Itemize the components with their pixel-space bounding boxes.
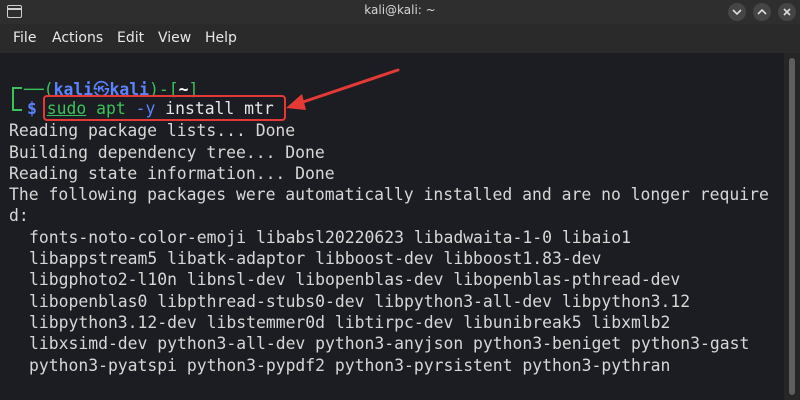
minimize-button[interactable]	[728, 3, 746, 21]
menu-edit[interactable]: Edit	[117, 30, 144, 46]
package-line: libpython3.12-dev libstemmer0d libtirpc-…	[29, 313, 671, 332]
scrollbar[interactable]	[784, 53, 800, 400]
package-line: python3-pyatspi python3-pypdf2 python3-p…	[29, 356, 671, 375]
window-title: kali@kali: ~	[364, 3, 436, 17]
package-line: libxsimd-dev python3-all-dev python3-any…	[29, 334, 750, 353]
command-highlight-box	[43, 95, 286, 121]
terminal-window: kali@kali: ~ File Actions Edit View Help…	[0, 0, 800, 400]
menu-actions[interactable]: Actions	[52, 30, 103, 46]
prompt-connector-bottom	[12, 98, 22, 111]
package-line: fonts-noto-color-emoji libabsl20220623 l…	[29, 228, 631, 247]
package-line: libappstream5 libatk-adaptor libboost-de…	[29, 249, 602, 268]
title-bar[interactable]: kali@kali: ~	[0, 0, 800, 24]
menu-bar: File Actions Edit View Help	[0, 24, 800, 53]
package-line: libopenblas0 libpthread-stubs0-dev libpy…	[29, 292, 691, 311]
menu-view[interactable]: View	[158, 30, 191, 46]
output-line: d:	[9, 206, 29, 225]
close-icon	[783, 8, 791, 16]
annotation-arrow-icon	[286, 68, 400, 110]
close-button[interactable]	[778, 3, 796, 21]
output-line: Building dependency tree... Done	[9, 143, 325, 162]
package-line: libgphoto2-l10n libnsl-dev libopenblas-d…	[29, 270, 681, 289]
maximize-icon	[757, 8, 767, 15]
menu-help[interactable]: Help	[205, 30, 237, 46]
scrollbar-thumb[interactable]	[789, 58, 795, 395]
output-line: Reading state information... Done	[9, 164, 335, 183]
output-line: The following packages were automaticall…	[9, 185, 769, 204]
minimize-icon	[732, 9, 742, 16]
menu-file[interactable]: File	[13, 30, 36, 46]
maximize-button[interactable]	[753, 3, 771, 21]
output-line: Reading package lists... Done	[9, 121, 296, 140]
